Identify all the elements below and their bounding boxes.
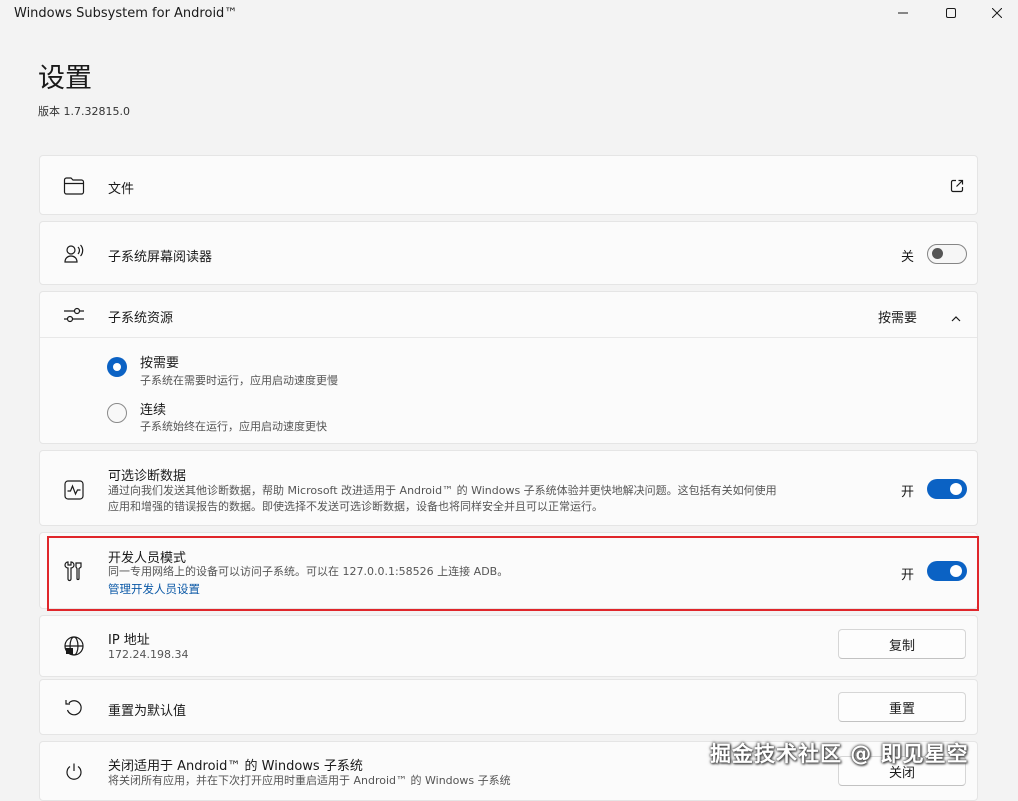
power-icon [62,760,86,784]
open-external-icon[interactable] [949,178,965,194]
ip-address-value: 172.24.198.34 [108,648,189,661]
ip-address-label: IP 地址 [108,633,150,648]
screen-reader-toggle[interactable] [927,244,967,264]
minimize-button[interactable] [880,0,926,26]
title-bar: Windows Subsystem for Android™ [0,0,1018,26]
radio-on-demand-desc: 子系统在需要时运行，应用启动速度更慢 [140,374,338,387]
copy-button[interactable]: 复制 [838,629,966,659]
folder-icon [62,174,86,198]
sliders-icon [62,303,86,327]
shutdown-label: 关闭适用于 Android™ 的 Windows 子系统 [108,759,363,774]
screen-reader-card: 子系统屏幕阅读器 关 [39,221,978,285]
reset-arrow-icon [62,696,86,720]
network-globe-icon [62,634,86,658]
developer-mode-toggle[interactable] [927,561,967,581]
developer-mode-card: 开发人员模式 同一专用网络上的设备可以访问子系统。可以在 127.0.0.1:5… [39,532,978,609]
watermark-text: 掘金技术社区 @ 即见星空 [710,742,969,766]
version-text: 版本 1.7.32815.0 [38,105,130,118]
resources-label: 子系统资源 [108,311,174,326]
resources-selected-value: 按需要 [878,311,918,326]
diagnostics-desc-line1: 通过向我们发送其他诊断数据，帮助 Microsoft 改进适用于 Android… [108,484,777,497]
reset-button[interactable]: 重置 [838,692,966,722]
maximize-icon [946,8,956,18]
files-label: 文件 [108,182,135,197]
screen-reader-state: 关 [901,250,915,265]
diagnostics-label: 可选诊断数据 [108,469,187,484]
minimize-icon [898,12,908,14]
shutdown-desc: 将关闭所有应用，并在下次打开应用时重启适用于 Android™ 的 Window… [108,774,511,787]
developer-tools-icon [62,559,86,583]
radio-continuous-label: 连续 [140,403,167,418]
radio-continuous-desc: 子系统始终在运行，应用启动速度更快 [140,420,327,433]
maximize-button[interactable] [928,0,974,26]
screen-reader-icon [62,242,86,266]
resources-header[interactable]: 子系统资源 按需要 [40,292,977,338]
page-title: 设置 [38,63,92,94]
radio-on-demand-label: 按需要 [140,356,180,371]
radio-continuous[interactable] [107,403,127,423]
diagnostics-state: 开 [901,485,915,500]
developer-mode-desc: 同一专用网络上的设备可以访问子系统。可以在 127.0.0.1:58526 上连… [108,565,509,578]
developer-mode-state: 开 [901,568,915,583]
resources-card: 子系统资源 按需要 按需要 子系统在需要时运行，应用启动速度更慢 连续 子系统始… [39,291,978,444]
diagnostics-desc-line2: 应用和增强的错误报告的数据。即使选择不发送可选诊断数据，设备也将同样安全并且可以… [108,500,603,513]
close-window-button[interactable] [974,0,1018,26]
diagnostics-toggle[interactable] [927,479,967,499]
chevron-up-icon[interactable] [950,309,962,322]
screen-reader-label: 子系统屏幕阅读器 [108,250,213,265]
close-icon [992,8,1002,18]
diagnostics-card: 可选诊断数据 通过向我们发送其他诊断数据，帮助 Microsoft 改进适用于 … [39,450,978,526]
reset-label: 重置为默认值 [108,704,187,719]
diagnostics-icon [62,478,86,502]
manage-developer-settings-link[interactable]: 管理开发人员设置 [108,581,200,597]
window-title: Windows Subsystem for Android™ [14,6,238,21]
radio-on-demand[interactable] [107,357,127,377]
ip-address-card: IP 地址 172.24.198.34 复制 [39,615,978,677]
reset-card: 重置为默认值 重置 [39,679,978,735]
files-card[interactable]: 文件 [39,155,978,215]
